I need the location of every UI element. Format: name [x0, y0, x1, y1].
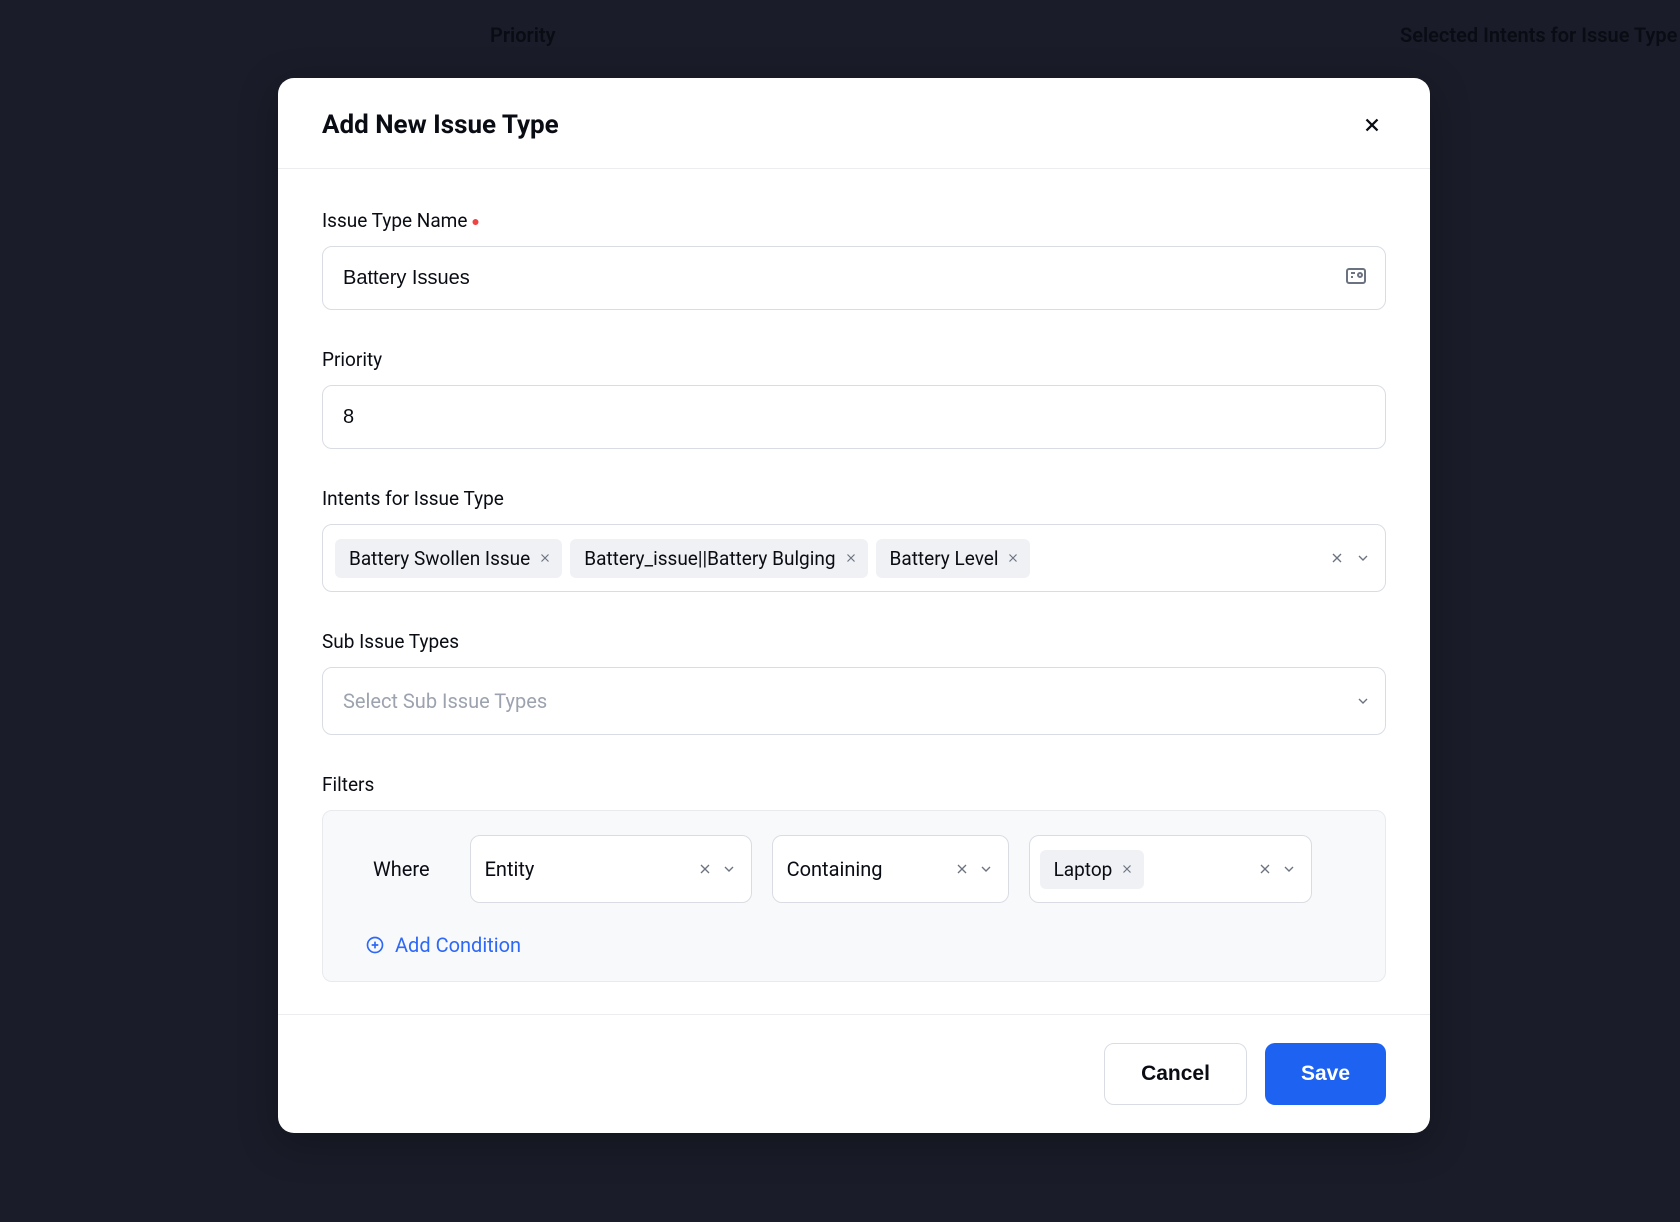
intents-label: Intents for Issue Type [322, 487, 1386, 510]
chip-label: Battery Level [890, 547, 999, 570]
modal-footer: Cancel Save [278, 1014, 1430, 1133]
chevron-down-icon[interactable] [1355, 550, 1371, 566]
chevron-down-icon[interactable] [1281, 861, 1297, 877]
field-issue-type-name: Issue Type Name● [322, 209, 1386, 310]
field-sub-issue-types: Sub Issue Types Select Sub Issue Types [322, 630, 1386, 735]
chevron-down-icon[interactable] [978, 861, 994, 877]
bg-col-intents: Selected Intents for Issue Type [1400, 23, 1677, 47]
clear-all-icon[interactable] [1329, 550, 1345, 566]
chip-label: Battery_issue||Battery Bulging [584, 547, 835, 570]
chip-label: Battery Swollen Issue [349, 547, 530, 570]
bg-col-priority: Priority [490, 23, 556, 47]
translate-icon[interactable] [1344, 264, 1368, 292]
plus-circle-icon [365, 935, 385, 955]
filter-op-text: Containing [787, 857, 946, 881]
save-button[interactable]: Save [1265, 1043, 1386, 1105]
sub-placeholder: Select Sub Issue Types [335, 689, 547, 713]
add-issue-type-modal: Add New Issue Type Issue Type Name● Prio… [278, 78, 1430, 1133]
field-intents: Intents for Issue Type Battery Swollen I… [322, 487, 1386, 592]
modal-header: Add New Issue Type [278, 78, 1430, 169]
chip-remove[interactable] [1120, 862, 1134, 876]
intent-chip: Battery Swollen Issue [335, 539, 562, 578]
filters-label: Filters [322, 773, 1386, 796]
close-button[interactable] [1358, 111, 1386, 139]
close-icon [1361, 114, 1383, 136]
clear-icon[interactable] [954, 861, 970, 877]
filter-field-select[interactable]: Entity [470, 835, 752, 903]
filter-field-text: Entity [485, 857, 689, 881]
priority-input[interactable] [322, 385, 1386, 449]
filter-operator-select[interactable]: Containing [772, 835, 1009, 903]
required-indicator: ● [471, 214, 479, 230]
field-filters: Filters Where Entity Containing [322, 773, 1386, 982]
chip-remove[interactable] [844, 551, 858, 565]
filters-container: Where Entity Containing [322, 810, 1386, 982]
add-condition-button[interactable]: Add Condition [353, 933, 1355, 957]
filter-value-select[interactable]: Laptop [1029, 835, 1312, 903]
filter-row: Where Entity Containing [353, 835, 1355, 903]
chevron-down-icon[interactable] [1355, 693, 1371, 709]
filter-value-chip: Laptop [1040, 850, 1145, 889]
chip-label: Laptop [1054, 858, 1113, 881]
modal-title: Add New Issue Type [322, 110, 559, 140]
label-text: Issue Type Name [322, 209, 467, 232]
priority-label: Priority [322, 348, 1386, 371]
intents-multiselect[interactable]: Battery Swollen Issue Battery_issue||Bat… [322, 524, 1386, 592]
field-priority: Priority [322, 348, 1386, 449]
intent-chip: Battery_issue||Battery Bulging [570, 539, 867, 578]
add-condition-label: Add Condition [395, 933, 521, 957]
chip-remove[interactable] [538, 551, 552, 565]
clear-icon[interactable] [697, 861, 713, 877]
issue-type-name-input[interactable] [322, 246, 1386, 310]
issue-type-name-label: Issue Type Name● [322, 209, 1386, 232]
sub-issue-types-label: Sub Issue Types [322, 630, 1386, 653]
filter-where-label: Where [373, 857, 430, 881]
cancel-button[interactable]: Cancel [1104, 1043, 1247, 1105]
modal-body: Issue Type Name● Priority Intents for Is… [278, 169, 1430, 1014]
chevron-down-icon[interactable] [721, 861, 737, 877]
intent-chip: Battery Level [876, 539, 1031, 578]
clear-icon[interactable] [1257, 861, 1273, 877]
sub-issue-types-select[interactable]: Select Sub Issue Types [322, 667, 1386, 735]
background-table-header: Priority Selected Intents for Issue Type [0, 0, 1680, 70]
chip-remove[interactable] [1006, 551, 1020, 565]
